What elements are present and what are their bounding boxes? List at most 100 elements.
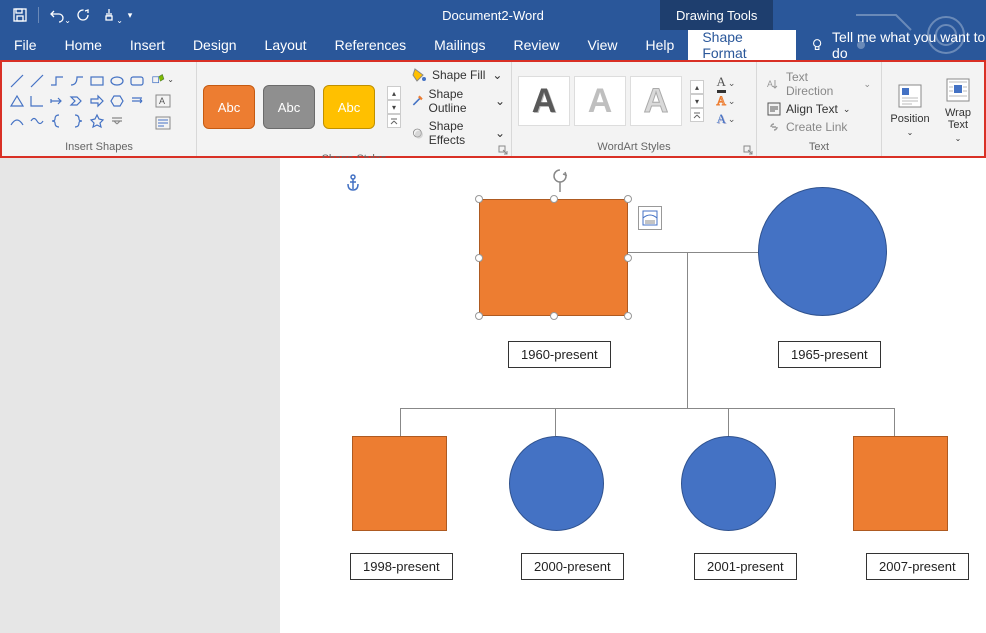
position-button[interactable]: Position⌄ [888,76,932,143]
tab-home[interactable]: Home [51,30,116,60]
text-effects-button[interactable]: A⌄ [712,111,740,127]
square-shape[interactable] [352,436,447,531]
circle-shape[interactable] [509,436,604,531]
shape-more-button[interactable] [108,112,126,130]
shape-chevron-icon[interactable] [68,92,86,110]
shape-gallery[interactable] [8,72,146,130]
dropdown-caret-icon[interactable]: ⌄ [116,16,123,25]
contextual-tab-title: Drawing Tools [660,0,773,30]
tab-mailings[interactable]: Mailings [420,30,499,60]
wordart-preset-2[interactable]: A [574,76,626,126]
shape-line-icon[interactable] [28,72,46,90]
undo-button[interactable]: ⌄ [45,3,69,27]
resize-handle[interactable] [475,312,483,320]
ribbon: ⌄ A Insert Shapes Abc Abc Abc ▴ ▾ Shape … [0,60,986,158]
dialog-launcher[interactable] [743,144,753,154]
dialog-launcher[interactable] [498,144,508,154]
redo-button[interactable] [71,3,95,27]
customize-qat-button[interactable]: ▾ [123,3,137,27]
layout-options-button[interactable] [638,206,662,230]
resize-handle[interactable] [475,195,483,203]
shape-fill-button[interactable]: Shape Fill⌄ [411,66,505,84]
touch-mode-button[interactable]: ⌄ [97,3,121,27]
gallery-down-button[interactable]: ▾ [690,94,704,108]
shape-brace-icon[interactable] [48,112,66,130]
app-name: Word [513,8,544,23]
label-textbox[interactable]: 1960-present [508,341,611,368]
square-shape[interactable] [853,436,948,531]
svg-text:A: A [159,96,165,106]
tab-review[interactable]: Review [500,30,574,60]
group-label: Insert Shapes [2,140,196,156]
resize-handle[interactable] [624,312,632,320]
rotate-handle[interactable] [550,168,570,192]
tab-design[interactable]: Design [179,30,251,60]
circle-shape[interactable] [758,187,887,316]
gallery-down-button[interactable]: ▾ [387,100,401,114]
connector-line [555,408,556,436]
shape-arc-icon[interactable] [8,112,26,130]
wordart-preset-3[interactable]: A [630,76,682,126]
edit-shape-button[interactable]: ⌄ [152,69,174,89]
shape-star-icon[interactable] [88,112,106,130]
wordart-preset-1[interactable]: A [518,76,570,126]
shape-more-icon[interactable] [128,92,146,110]
tab-view[interactable]: View [573,30,631,60]
label-textbox[interactable]: 1998-present [350,553,453,580]
shape-rounded-rect-icon[interactable] [128,72,146,90]
shape-effects-button[interactable]: Shape Effects⌄ [411,118,505,148]
resize-handle[interactable] [550,312,558,320]
style-preset-1[interactable]: Abc [203,85,255,129]
tab-help[interactable]: Help [632,30,689,60]
shape-wave-icon[interactable] [28,112,46,130]
text-fill-button[interactable]: A⌄ [712,75,740,91]
gallery-up-button[interactable]: ▴ [690,80,704,94]
shape-corner-icon[interactable] [28,92,46,110]
shape-hexagon-icon[interactable] [108,92,126,110]
shape-brace-icon[interactable] [68,112,86,130]
dropdown-caret-icon[interactable]: ⌄ [64,16,71,25]
text-outline-button[interactable]: A⌄ [712,93,740,109]
shape-triangle-icon[interactable] [8,92,26,110]
resize-handle[interactable] [624,254,632,262]
save-button[interactable] [8,3,32,27]
tab-file[interactable]: File [0,30,51,60]
shape-style-gallery[interactable]: Abc Abc Abc ▴ ▾ [203,85,401,129]
tab-insert[interactable]: Insert [116,30,179,60]
shape-oval-icon[interactable] [108,72,126,90]
anchor-icon [345,174,361,192]
selected-rectangle-shape[interactable] [479,199,628,316]
label-textbox[interactable]: 1965-present [778,341,881,368]
gallery-more-button[interactable] [387,114,401,128]
label-textbox[interactable]: 2000-present [521,553,624,580]
gallery-more-button[interactable] [690,108,704,122]
resize-handle[interactable] [550,195,558,203]
resize-handle[interactable] [475,254,483,262]
label-textbox[interactable]: 2001-present [694,553,797,580]
label-textbox[interactable]: 2007-present [866,553,969,580]
text-direction-button[interactable]: AText Direction⌄ [767,70,871,98]
shape-block-arrow-icon[interactable] [88,92,106,110]
draw-textbox-button[interactable]: A [152,91,174,111]
shape-outline-button[interactable]: Shape Outline⌄ [411,86,505,116]
shape-rectangle-icon[interactable] [88,72,106,90]
draw-textbox-button[interactable] [152,113,174,133]
wordart-gallery[interactable]: A A A ▴ ▾ [518,76,704,126]
document-page[interactable]: 1960-present 1965-present 1998-present 2… [280,158,986,633]
gallery-up-button[interactable]: ▴ [387,86,401,100]
connector-line [400,408,401,436]
circle-shape[interactable] [681,436,776,531]
tab-layout[interactable]: Layout [251,30,321,60]
tab-references[interactable]: References [321,30,421,60]
shape-connector-icon[interactable] [68,72,86,90]
shape-connector-icon[interactable] [48,72,66,90]
tab-shape-format[interactable]: Shape Format [688,30,795,60]
shape-line-icon[interactable] [8,72,26,90]
resize-handle[interactable] [624,195,632,203]
wrap-text-button[interactable]: Wrap Text⌄ [936,76,980,143]
style-preset-2[interactable]: Abc [263,85,315,129]
align-text-button[interactable]: Align Text⌄ [767,102,871,116]
style-preset-3[interactable]: Abc [323,85,375,129]
create-link-button[interactable]: Create Link [767,120,871,134]
shape-arrow-icon[interactable] [48,92,66,110]
